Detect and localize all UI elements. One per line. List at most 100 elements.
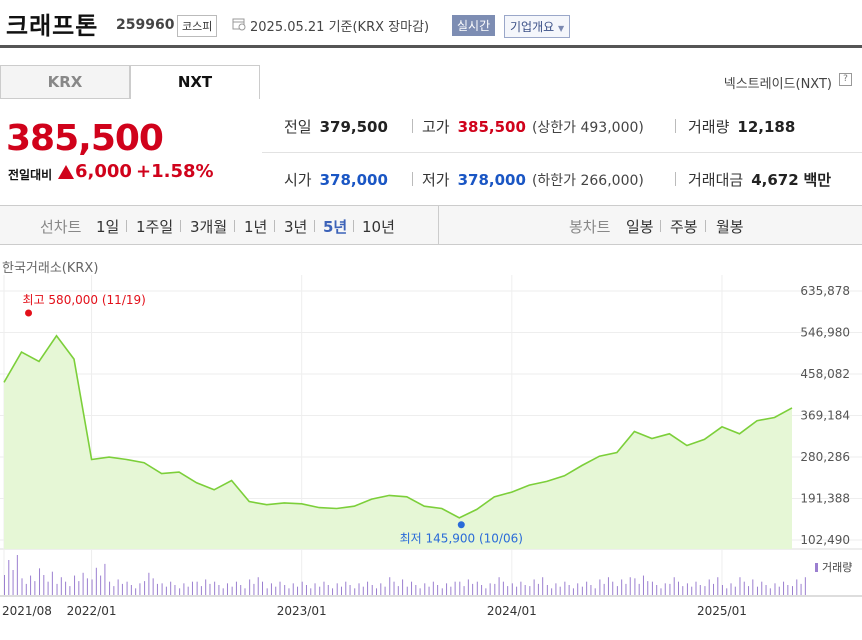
volume-bar bbox=[275, 586, 277, 595]
volume-bar bbox=[130, 585, 132, 595]
y-tick-label: 635,878 bbox=[800, 284, 850, 298]
x-tick-label: 2023/01 bbox=[277, 604, 327, 618]
volume-bar bbox=[406, 586, 408, 595]
volume-bar bbox=[804, 577, 806, 595]
volume-bar bbox=[397, 586, 399, 595]
stat-label: 시가 bbox=[284, 171, 312, 189]
stat-value: 385,500 bbox=[457, 118, 526, 136]
volume-bar bbox=[156, 583, 158, 595]
volume-bar bbox=[266, 588, 268, 595]
volume-bar bbox=[109, 581, 111, 595]
volume-bar bbox=[481, 585, 483, 595]
high-annotation: 최고 580,000 (11/19) bbox=[23, 293, 146, 307]
tab-krx[interactable]: KRX bbox=[0, 65, 130, 99]
volume-bar bbox=[695, 581, 697, 595]
volume-bar bbox=[279, 581, 281, 595]
volume-bar bbox=[625, 583, 627, 595]
y-tick-label: 191,388 bbox=[800, 492, 850, 506]
period-3m[interactable]: 3개월 bbox=[190, 216, 227, 237]
volume-bar bbox=[196, 581, 198, 595]
volume-bar bbox=[551, 588, 553, 595]
volume-bars: 거래량 bbox=[4, 555, 852, 595]
volume-bar bbox=[51, 571, 53, 595]
period-bar: 선차트 1일 1주일 3개월 1년 3년 5년 10년 봉차트 일봉 주봉 월봉 bbox=[0, 205, 862, 245]
realtime-button[interactable]: 실시간 bbox=[452, 15, 496, 36]
volume-bar bbox=[533, 579, 535, 595]
volume-bar bbox=[502, 581, 504, 595]
volume-bar bbox=[664, 583, 666, 595]
volume-bar bbox=[78, 581, 80, 595]
y-tick-label: 458,082 bbox=[800, 367, 850, 381]
low-marker bbox=[457, 521, 465, 529]
company-info-dropdown[interactable]: 기업개요 ▼ bbox=[504, 15, 571, 38]
stock-code: 259960 bbox=[116, 17, 175, 33]
volume-bar bbox=[144, 581, 146, 595]
volume-bar bbox=[660, 588, 662, 595]
volume-bar bbox=[205, 579, 207, 595]
divider bbox=[180, 220, 181, 232]
volume-bar bbox=[345, 581, 347, 595]
period-1w[interactable]: 1주일 bbox=[136, 216, 173, 237]
current-price: 385,500 bbox=[6, 118, 164, 159]
y-tick-label: 369,184 bbox=[800, 409, 850, 423]
volume-bar bbox=[187, 586, 189, 595]
candle-daily[interactable]: 일봉 bbox=[626, 216, 654, 237]
line-chart-label: 선차트 bbox=[40, 218, 82, 236]
stat-open: 시가 378,000 bbox=[284, 169, 388, 190]
volume-bar bbox=[249, 579, 251, 595]
volume-bar bbox=[174, 585, 176, 595]
volume-bar bbox=[546, 585, 548, 595]
volume-bar bbox=[498, 577, 500, 595]
tab-nxt[interactable]: NXT bbox=[130, 65, 260, 99]
volume-bar bbox=[16, 555, 18, 595]
x-tick-label: 2025/01 bbox=[697, 604, 747, 618]
y-tick-label: 546,980 bbox=[800, 326, 850, 340]
x-tick-label: 2024/01 bbox=[487, 604, 537, 618]
candle-monthly[interactable]: 월봉 bbox=[716, 216, 744, 237]
candle-weekly[interactable]: 주봉 bbox=[670, 216, 698, 237]
candle-chart-label: 봉차트 bbox=[569, 218, 611, 236]
volume-bar bbox=[507, 586, 509, 595]
divider bbox=[353, 220, 354, 232]
volume-bar bbox=[257, 577, 259, 595]
volume-bar bbox=[148, 572, 150, 595]
volume-bar bbox=[699, 585, 701, 595]
period-3y[interactable]: 3년 bbox=[284, 216, 307, 237]
volume-bar bbox=[25, 583, 27, 595]
stat-label: 고가 bbox=[422, 118, 450, 136]
volume-bar bbox=[30, 575, 32, 595]
volume-bar bbox=[485, 588, 487, 595]
volume-bar bbox=[787, 585, 789, 595]
volume-bar bbox=[305, 585, 307, 595]
company-info-label: 기업개요 bbox=[510, 20, 555, 34]
volume-bar bbox=[327, 585, 329, 595]
volume-bar bbox=[209, 583, 211, 595]
stat-sub: (하한가 266,000) bbox=[531, 173, 644, 189]
volume-bar bbox=[235, 581, 237, 595]
period-5y[interactable]: 5년 bbox=[323, 216, 347, 237]
volume-bar bbox=[222, 588, 224, 595]
market-badge: 코스피 bbox=[177, 15, 218, 37]
volume-bar bbox=[4, 575, 5, 595]
volume-bar bbox=[673, 577, 675, 595]
calendar-icon bbox=[232, 18, 246, 31]
volume-bar bbox=[21, 578, 23, 595]
help-icon[interactable]: ? bbox=[839, 73, 852, 86]
volume-bar bbox=[121, 583, 123, 595]
volume-bar bbox=[713, 583, 715, 595]
volume-bar bbox=[682, 586, 684, 595]
date-text: 2025.05.21 기준(KRX 장마감) bbox=[250, 20, 430, 35]
period-1y[interactable]: 1년 bbox=[244, 216, 267, 237]
period-1d[interactable]: 1일 bbox=[96, 216, 119, 237]
volume-bar bbox=[454, 581, 456, 595]
volume-bar bbox=[783, 581, 785, 595]
volume-bar bbox=[384, 586, 386, 595]
volume-bar bbox=[489, 583, 491, 595]
divider bbox=[675, 172, 676, 186]
change-value: 6,000 bbox=[75, 161, 132, 182]
volume-bar bbox=[752, 579, 754, 595]
volume-bar bbox=[240, 585, 242, 595]
stat-label: 전일 bbox=[284, 118, 312, 136]
volume-bar bbox=[428, 586, 430, 595]
period-10y[interactable]: 10년 bbox=[362, 216, 395, 237]
